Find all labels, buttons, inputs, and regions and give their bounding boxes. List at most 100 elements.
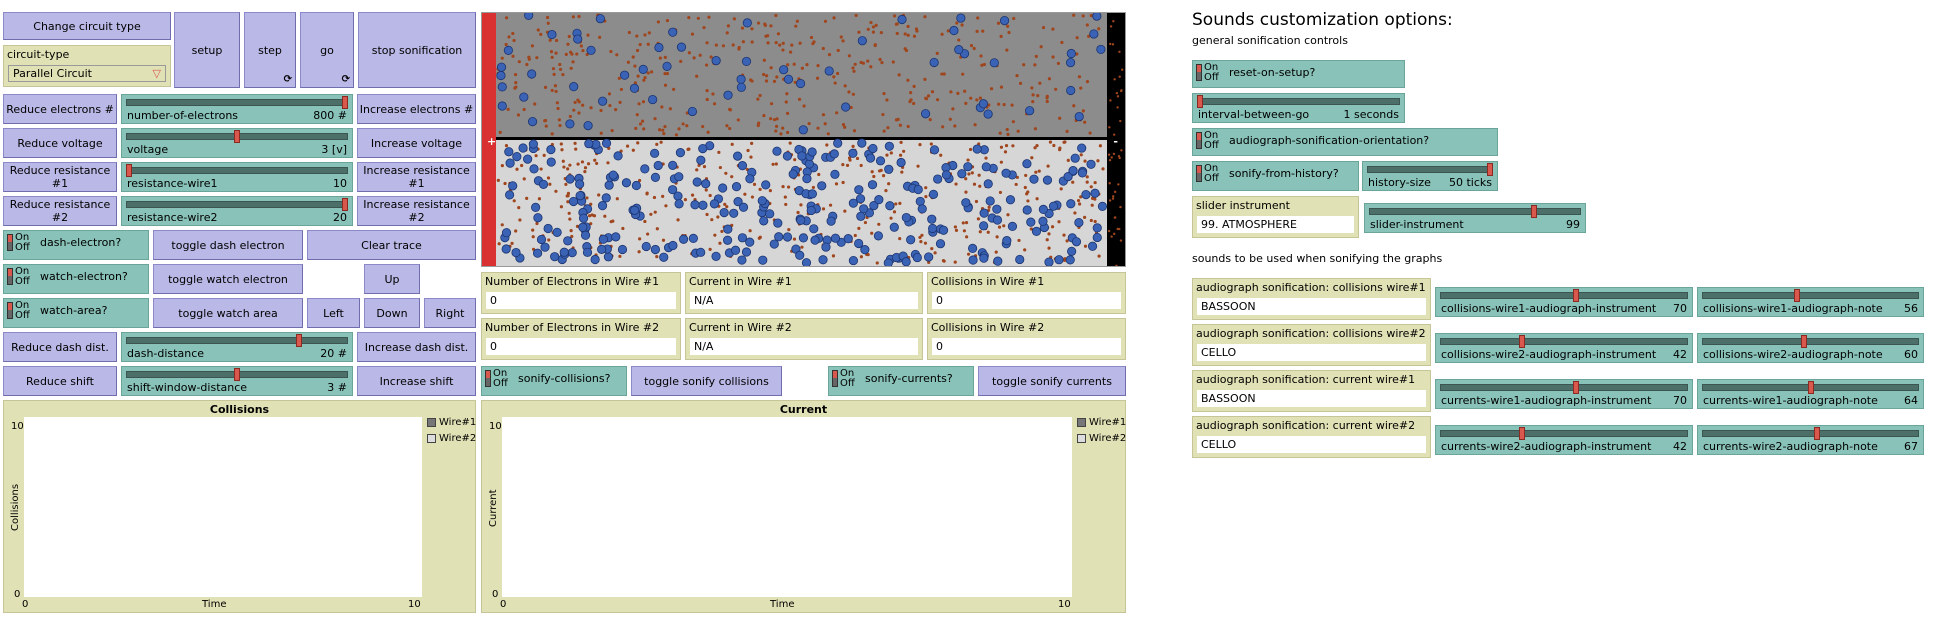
toggle-handle[interactable] (1196, 132, 1202, 149)
currents-wire2-note-slider[interactable]: currents-wire2-audiograph-note 67 (1697, 425, 1924, 455)
stop-sonification-button[interactable]: stop sonification (358, 12, 476, 88)
atom (517, 60, 521, 64)
go-button[interactable]: go ⟳ (300, 12, 354, 88)
currents-wire1-note-slider[interactable]: currents-wire1-audiograph-note 64 (1697, 379, 1924, 409)
clear-trace-button[interactable]: Clear trace (307, 230, 476, 260)
collisions-wire1-note-slider[interactable]: collisions-wire1-audiograph-note 56 (1697, 287, 1924, 317)
dash-electron-switch[interactable]: On Off dash-electron? (3, 230, 149, 260)
slider-instrument-input[interactable]: slider instrument 99. ATMOSPHERE (1192, 196, 1359, 238)
toggle-watch-electron-button[interactable]: toggle watch electron (153, 264, 303, 294)
electron (598, 96, 608, 106)
slider-handle[interactable] (296, 334, 303, 347)
slider-handle[interactable] (234, 368, 240, 381)
reduce-resistance-1-button[interactable]: Reduce resistance #1 (3, 162, 117, 192)
increase-shift-button[interactable]: Increase shift (357, 366, 476, 396)
atom (583, 166, 588, 170)
reduce-voltage-button[interactable]: Reduce voltage (3, 128, 117, 158)
input-value[interactable]: BASSOON (1197, 390, 1426, 407)
collisions-wire1-instrument-slider[interactable]: collisions-wire1-audiograph-instrument 7… (1435, 287, 1693, 317)
left-button[interactable]: Left (307, 298, 360, 328)
down-button[interactable]: Down (364, 298, 420, 328)
currents-wire1-instrument-slider[interactable]: currents-wire1-audiograph-instrument 70 (1435, 379, 1693, 409)
reduce-resistance-2-button[interactable]: Reduce resistance #2 (3, 196, 117, 226)
sonify-collisions-switch[interactable]: On Off sonify-collisions? (481, 366, 627, 396)
increase-resistance-1-button[interactable]: Increase resistance #1 (357, 162, 476, 192)
slider-value: 42 (1673, 440, 1687, 453)
reduce-electrons-button[interactable]: Reduce electrons # (3, 94, 117, 124)
x-max-label: 10 (408, 599, 421, 610)
increase-electrons-button[interactable]: Increase electrons # (357, 94, 476, 124)
current-wire1-instrument-input[interactable]: audiograph sonification: current wire#1 … (1192, 370, 1431, 412)
reduce-shift-button[interactable]: Reduce shift (3, 366, 117, 396)
toggle-handle[interactable] (1196, 165, 1202, 182)
slider-handle[interactable] (1573, 381, 1580, 394)
slider-handle[interactable] (1794, 289, 1801, 302)
reduce-dash-dist-button[interactable]: Reduce dash dist. (3, 332, 117, 362)
slider-handle[interactable] (1487, 163, 1493, 176)
slider-handle[interactable] (1800, 335, 1807, 348)
toggle-handle[interactable] (485, 370, 491, 387)
input-value[interactable]: BASSOON (1197, 298, 1426, 315)
slider-handle[interactable] (1518, 335, 1525, 348)
slider-handle[interactable] (1518, 427, 1525, 440)
collisions-wire1-instrument-input[interactable]: audiograph sonification: collisions wire… (1192, 278, 1431, 320)
audiograph-orientation-switch[interactable]: On Off audiograph-sonification-orientati… (1192, 128, 1498, 156)
interval-between-go-slider[interactable]: interval-between-go 1 seconds (1192, 93, 1405, 123)
number-of-electrons-slider[interactable]: number-of-electrons 800 # (121, 94, 353, 124)
atom (879, 168, 883, 172)
slider-handle[interactable] (1814, 427, 1820, 440)
toggle-dash-electron-button[interactable]: toggle dash electron (153, 230, 303, 260)
toggle-sonify-collisions-button[interactable]: toggle sonify collisions (631, 366, 782, 396)
toggle-handle[interactable] (7, 302, 13, 319)
slider-handle[interactable] (1531, 205, 1538, 218)
voltage-slider[interactable]: voltage 3 [v] (121, 128, 353, 158)
step-button[interactable]: step ⟳ (244, 12, 296, 88)
toggle-handle[interactable] (832, 370, 838, 387)
current-wire2-instrument-input[interactable]: audiograph sonification: current wire#2 … (1192, 416, 1431, 458)
collisions-wire2-note-slider[interactable]: collisions-wire2-audiograph-note 60 (1697, 333, 1924, 363)
slider-handle[interactable] (1573, 289, 1580, 302)
toggle-handle[interactable] (7, 268, 13, 285)
currents-wire2-instrument-slider[interactable]: currents-wire2-audiograph-instrument 42 (1435, 425, 1693, 455)
watch-electron-switch[interactable]: On Off watch-electron? (3, 264, 149, 294)
slider-handle[interactable] (342, 96, 348, 109)
toggle-handle[interactable] (1196, 64, 1202, 81)
slider-handle[interactable] (1197, 95, 1203, 108)
collisions-wire2-instrument-input[interactable]: audiograph sonification: collisions wire… (1192, 324, 1431, 366)
atom (608, 103, 612, 108)
increase-voltage-button[interactable]: Increase voltage (357, 128, 476, 158)
resistance-wire2-slider[interactable]: resistance-wire2 20 (121, 196, 353, 226)
circuit-type-chooser[interactable]: circuit-type Parallel Circuit ▽ (3, 45, 171, 87)
dash-distance-slider[interactable]: dash-distance 20 # (121, 332, 353, 362)
increase-dash-dist-button[interactable]: Increase dash dist. (357, 332, 476, 362)
right-button[interactable]: Right (424, 298, 476, 328)
input-value[interactable]: CELLO (1197, 436, 1426, 453)
change-circuit-type-button[interactable]: Change circuit type (3, 12, 171, 40)
reset-on-setup-switch[interactable]: On Off reset-on-setup? (1192, 60, 1405, 88)
toggle-handle[interactable] (7, 234, 13, 251)
slider-instrument-slider[interactable]: slider-instrument 99 (1364, 203, 1586, 233)
setup-button[interactable]: setup (174, 12, 240, 88)
up-button[interactable]: Up (364, 264, 420, 294)
chooser-value-box[interactable]: Parallel Circuit ▽ (8, 65, 166, 82)
slider-handle[interactable] (126, 164, 132, 177)
slider-handle[interactable] (234, 130, 240, 143)
simulation-view[interactable]: + - (481, 10, 1126, 268)
resistance-wire1-slider[interactable]: resistance-wire1 10 (121, 162, 353, 192)
atom (512, 38, 516, 43)
atom (1004, 143, 1009, 148)
sonify-from-history-switch[interactable]: On Off sonify-from-history? (1192, 161, 1359, 191)
collisions-wire2-instrument-slider[interactable]: collisions-wire2-audiograph-instrument 4… (1435, 333, 1693, 363)
shift-window-distance-slider[interactable]: shift-window-distance 3 # (121, 366, 353, 396)
input-value[interactable]: 99. ATMOSPHERE (1197, 216, 1354, 233)
sonify-currents-switch[interactable]: On Off sonify-currents? (828, 366, 974, 396)
toggle-sonify-currents-button[interactable]: toggle sonify currents (978, 366, 1126, 396)
watch-area-switch[interactable]: On Off watch-area? (3, 298, 149, 328)
slider-handle[interactable] (342, 198, 348, 211)
history-size-slider[interactable]: history-size 50 ticks (1362, 161, 1498, 191)
toggle-watch-area-button[interactable]: toggle watch area (153, 298, 303, 328)
input-value[interactable]: CELLO (1197, 344, 1426, 361)
slider-value: 56 (1904, 302, 1918, 315)
slider-handle[interactable] (1807, 381, 1814, 394)
increase-resistance-2-button[interactable]: Increase resistance #2 (357, 196, 476, 226)
